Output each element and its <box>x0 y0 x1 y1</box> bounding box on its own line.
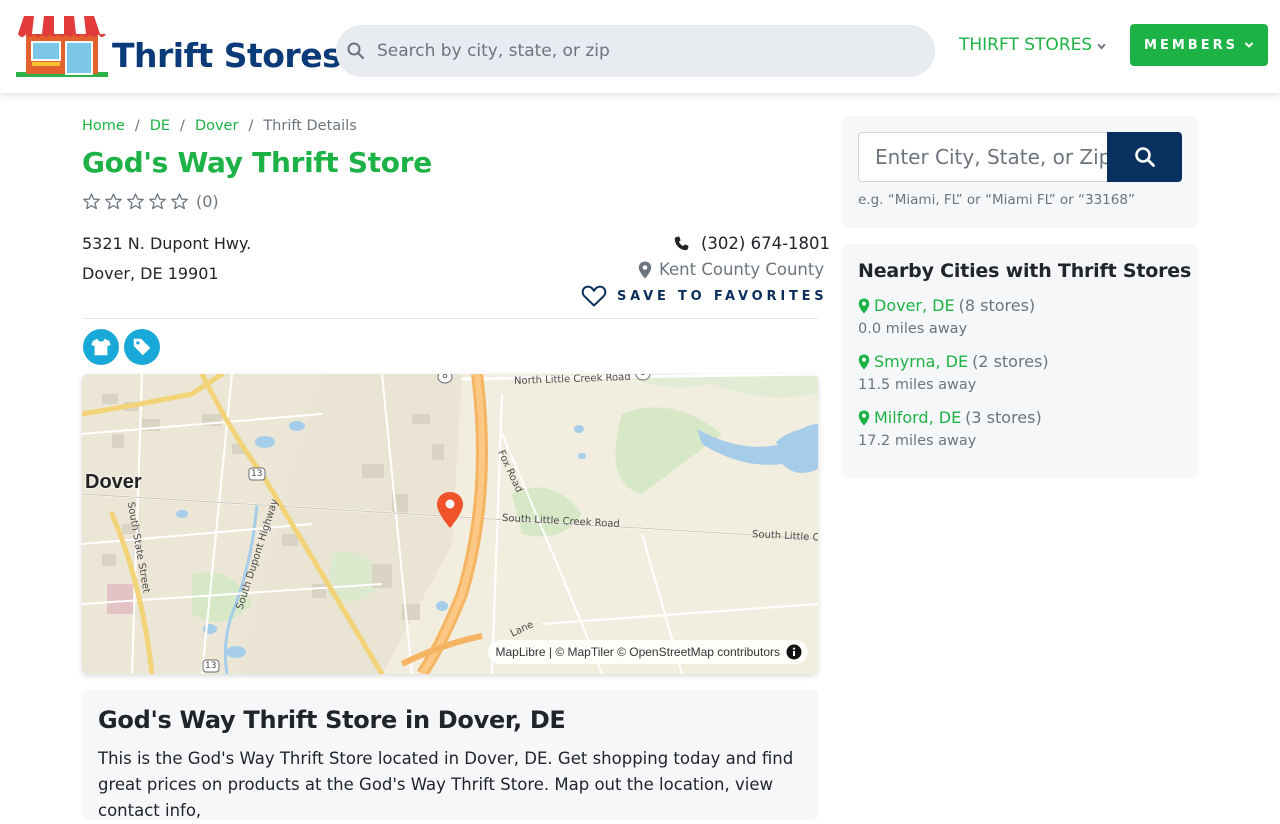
brand-title[interactable]: Thrift Stores <box>112 36 342 75</box>
route-13-label: 13 <box>205 661 217 671</box>
breadcrumb-city[interactable]: Dover <box>195 118 239 134</box>
map-pin-icon[interactable] <box>435 491 465 529</box>
star-rating[interactable]: (0) <box>82 192 219 211</box>
map-marker-icon <box>858 410 870 425</box>
star-outline-icon <box>127 193 144 210</box>
map-attribution: MapLibre | © MapTiler © OpenStreetMap co… <box>487 640 808 664</box>
breadcrumb-separator: / <box>180 118 185 134</box>
header-search-input[interactable] <box>377 25 917 77</box>
star-outline-icon <box>171 193 188 210</box>
map-attribution-text: MapLibre | © MapTiler © OpenStreetMap co… <box>495 645 780 659</box>
nearby-city-link[interactable]: Milford, DE <box>874 408 961 427</box>
star-outline-icon <box>105 193 122 210</box>
page-title: God's Way Thrift Store <box>82 146 432 179</box>
nearby-heading: Nearby Cities with Thrift Stores <box>858 260 1192 282</box>
rating-count: (0) <box>196 192 219 211</box>
store-location-map[interactable]: Dover North Little Creek Road South Litt… <box>82 374 818 674</box>
map-marker-icon <box>858 354 870 369</box>
map-marker-icon <box>638 261 652 278</box>
nearby-cities-panel: Nearby Cities with Thrift Stores Dover, … <box>842 244 1198 478</box>
star-outline-icon <box>149 193 166 210</box>
nearby-city-count: (8 stores) <box>958 296 1036 315</box>
nearby-city-count: (3 stores) <box>965 408 1042 427</box>
info-icon[interactable] <box>786 644 802 660</box>
nearby-city-item: Dover, DE (8 stores) 0.0 miles away <box>858 296 1188 337</box>
phone-link[interactable]: (302) 674-1801 <box>672 234 830 253</box>
nearby-city-item: Milford, DE (3 stores) 17.2 miles away <box>858 408 1188 449</box>
breadcrumb-state[interactable]: DE <box>150 118 170 134</box>
about-heading: God's Way Thrift Store in Dover, DE <box>98 706 566 734</box>
phone-icon <box>674 236 689 250</box>
nearby-city-link[interactable]: Smyrna, DE <box>874 352 968 371</box>
header-search-bar[interactable] <box>336 25 935 77</box>
star-outline-icon <box>83 193 100 210</box>
tag-icon <box>133 338 151 356</box>
breadcrumb-separator: / <box>248 118 254 134</box>
address-line-2: Dover, DE 19901 <box>82 264 219 283</box>
nav-thrift-stores-label: THIRFT STORES <box>959 35 1093 55</box>
shirt-icon <box>91 338 111 356</box>
members-button[interactable]: MEMBERS <box>1130 24 1268 66</box>
store-logo-icon[interactable] <box>14 14 110 78</box>
route-8-label: 8 <box>442 374 448 381</box>
nearby-city-distance: 11.5 miles away <box>858 377 977 393</box>
chevron-down-icon <box>1244 42 1254 48</box>
address-line-1: 5321 N. Dupont Hwy. <box>82 234 252 253</box>
search-icon <box>1134 147 1155 167</box>
map-city-label: Dover <box>85 471 142 493</box>
route-8-label: 8 <box>640 374 646 378</box>
county-info: Kent County County <box>638 260 824 279</box>
sidebar-search-button[interactable] <box>1107 132 1182 182</box>
heart-outline-icon <box>581 285 607 307</box>
breadcrumb-separator: / <box>134 118 140 134</box>
search-icon <box>347 42 365 60</box>
category-deals-badge[interactable] <box>124 329 160 365</box>
sidebar-search-input[interactable] <box>858 132 1108 182</box>
save-to-favorites-button[interactable]: SAVE TO FAVORITES <box>581 284 827 308</box>
save-to-favorites-label: SAVE TO FAVORITES <box>617 288 828 304</box>
nav-thrift-stores-dropdown[interactable]: THIRFT STORES <box>959 35 1107 55</box>
county-name: Kent County County <box>659 260 825 279</box>
map-marker-icon <box>858 298 870 313</box>
members-label: MEMBERS <box>1144 37 1238 53</box>
site-header: Thrift Stores THIRFT STORES MEMBERS <box>0 0 1280 93</box>
nearby-city-count: (2 stores) <box>972 352 1049 371</box>
phone-number: (302) 674-1801 <box>701 234 831 253</box>
nearby-city-distance: 0.0 miles away <box>858 321 968 337</box>
sidebar-search-hint: e.g. “Miami, FL” or “Miami FL” or “33168… <box>858 192 1135 208</box>
nearby-city-distance: 17.2 miles away <box>858 433 977 449</box>
sidebar-search-panel: e.g. “Miami, FL” or “Miami FL” or “33168… <box>842 116 1198 228</box>
breadcrumb-home[interactable]: Home <box>82 118 125 134</box>
nearby-city-item: Smyrna, DE (2 stores) 11.5 miles away <box>858 352 1188 393</box>
section-divider <box>82 318 818 319</box>
about-section: God's Way Thrift Store in Dover, DE This… <box>82 690 818 820</box>
category-clothing-badge[interactable] <box>83 329 119 365</box>
nearby-city-link[interactable]: Dover, DE <box>874 296 955 315</box>
about-text: This is the God's Way Thrift Store locat… <box>98 749 794 820</box>
breadcrumb: Home / DE / Dover / Thrift Details <box>82 118 357 134</box>
breadcrumb-current: Thrift Details <box>263 118 357 134</box>
chevron-down-icon <box>1097 43 1106 50</box>
route-13-label: 13 <box>251 469 263 479</box>
